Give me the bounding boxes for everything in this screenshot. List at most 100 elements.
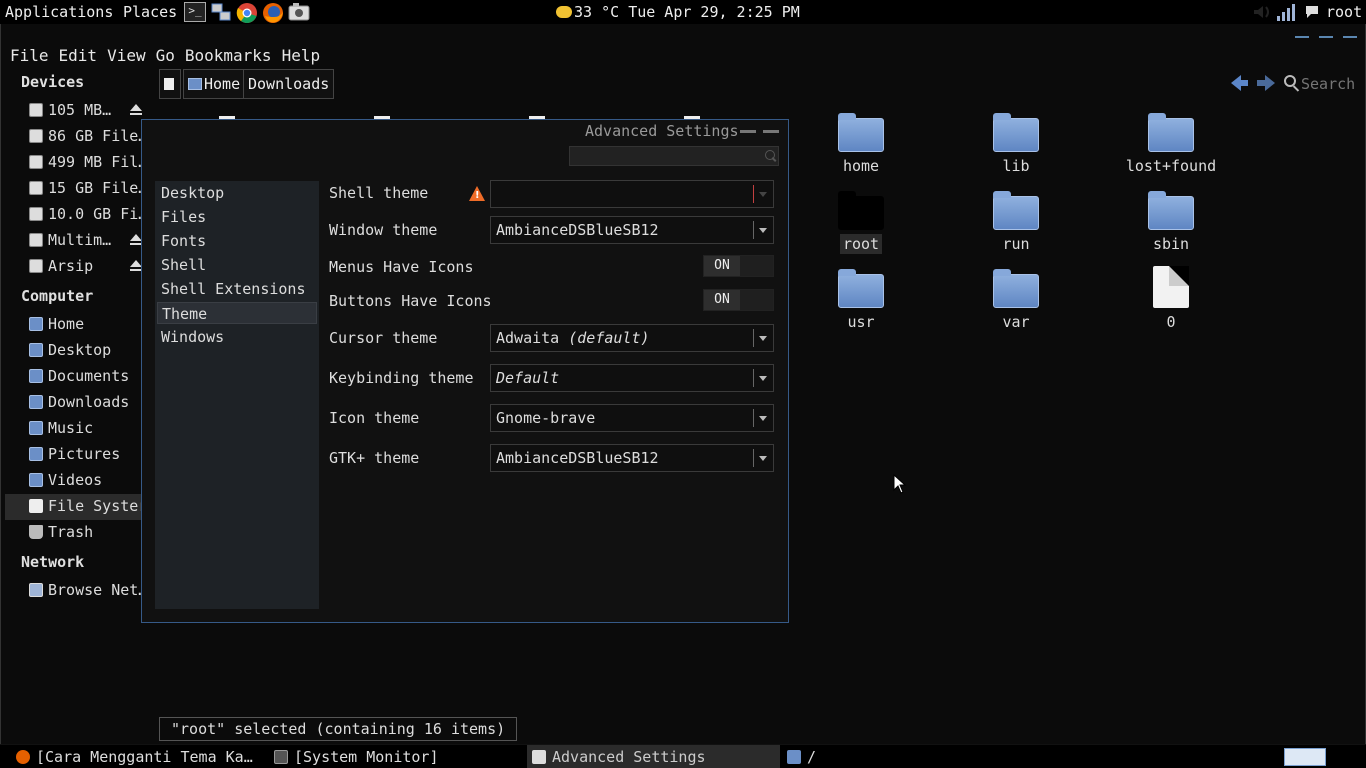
sidebar-device-4[interactable]: 15 GB File… (29, 179, 143, 203)
sidebar-item-browse-network[interactable]: Browse Net… (29, 581, 143, 605)
file-label: var (1002, 313, 1030, 331)
sidebar-device-3[interactable]: 499 MB Fil… (29, 153, 143, 177)
task-system-monitor[interactable]: [System Monitor] (274, 745, 514, 768)
volume-icon[interactable] (1250, 2, 1274, 22)
sidebar-item-music[interactable]: Music (29, 419, 143, 443)
file-item-usr[interactable]: usr (806, 269, 916, 332)
sidebar-item-label: 15 GB File… (48, 179, 143, 197)
maximize-button[interactable] (1317, 30, 1335, 42)
window-title: Advanced Settings (585, 122, 739, 140)
category-windows[interactable]: Windows (157, 326, 317, 348)
category-list: Desktop Files Fonts Shell Shell Extensio… (155, 181, 319, 609)
file-item-0[interactable]: 0 (1116, 266, 1226, 332)
category-fonts[interactable]: Fonts (157, 230, 317, 252)
path-home-button[interactable]: Home (183, 69, 246, 99)
gtk-theme-label: GTK+ theme (329, 449, 420, 467)
sidebar-item-filesystem[interactable]: File Syster (29, 497, 143, 521)
network-manager-icon[interactable] (210, 2, 232, 22)
file-item-run[interactable]: run (961, 191, 1071, 254)
maximize-button[interactable] (763, 130, 779, 133)
search-input[interactable] (1301, 73, 1363, 95)
drive-icon (29, 103, 43, 117)
menu-bookmarks[interactable]: Bookmarks (185, 46, 272, 65)
path-downloads-button[interactable]: Downloads (243, 69, 335, 99)
keybinding-theme-combo[interactable]: Default (490, 364, 774, 392)
search-icon[interactable] (1284, 75, 1296, 87)
folder-icon (993, 113, 1039, 152)
clock[interactable]: 33 °C Tue Apr 29, 2:25 PM (556, 3, 800, 21)
category-shell[interactable]: Shell (157, 254, 317, 276)
drive-icon (29, 181, 43, 195)
file-item-var[interactable]: var (961, 269, 1071, 332)
sidebar-item-label: Documents (48, 367, 130, 385)
back-button[interactable] (1231, 73, 1251, 93)
task-browser[interactable]: [Cara Mengganti Tema Ka… (16, 745, 266, 768)
file-item-root[interactable]: root (806, 191, 916, 254)
sidebar-item-trash[interactable]: Trash (29, 523, 143, 547)
cursor-theme-label: Cursor theme (329, 329, 438, 347)
menu-help[interactable]: Help (282, 46, 321, 65)
minimize-button[interactable] (740, 130, 756, 133)
task-advanced-settings[interactable]: Advanced Settings (527, 745, 780, 768)
sidebar-device-2[interactable]: 86 GB File… (29, 127, 143, 151)
forward-button[interactable] (1257, 73, 1277, 93)
sidebar-device-1[interactable]: 105 MB… (29, 101, 143, 125)
sidebar-item-downloads[interactable]: Downloads (29, 393, 143, 417)
category-theme[interactable]: Theme (157, 302, 317, 324)
minimize-button[interactable] (1293, 30, 1311, 42)
firefox-icon[interactable] (262, 2, 284, 23)
sidebar-item-pictures[interactable]: Pictures (29, 445, 143, 469)
system-monitor-icon (274, 750, 288, 764)
menus-have-icons-toggle[interactable]: ON (703, 255, 774, 277)
file-item-lost-found[interactable]: lost+found (1116, 113, 1226, 176)
category-files[interactable]: Files (157, 206, 317, 228)
sidebar-device-7[interactable]: Arsip (29, 257, 143, 281)
drive-icon (29, 207, 43, 221)
eject-icon[interactable] (130, 104, 142, 116)
menu-view[interactable]: View (107, 46, 146, 65)
icon-theme-combo[interactable]: Gnome-brave (490, 404, 774, 432)
close-button[interactable] (1341, 30, 1359, 42)
pictures-icon (29, 447, 43, 461)
toggle-state: ON (704, 290, 740, 310)
sidebar-device-6[interactable]: Multim… (29, 231, 143, 255)
workspace-switcher[interactable] (1284, 748, 1326, 766)
buttons-have-icons-toggle[interactable]: ON (703, 289, 774, 311)
category-desktop[interactable]: Desktop (157, 182, 317, 204)
sidebar-item-desktop[interactable]: Desktop (29, 341, 143, 365)
file-item-home[interactable]: home (806, 113, 916, 176)
file-item-lib[interactable]: lib (961, 113, 1071, 176)
path-root-button[interactable] (159, 69, 181, 99)
folder-icon (1148, 191, 1194, 230)
sidebar-item-home[interactable]: Home (29, 315, 143, 339)
shell-theme-combo[interactable] (490, 180, 774, 208)
sidebar-item-label: 10.0 GB Fi… (48, 205, 143, 223)
signal-icon[interactable] (1276, 2, 1298, 22)
user-menu[interactable]: root (1326, 3, 1362, 21)
sidebar-item-documents[interactable]: Documents (29, 367, 143, 391)
task-label: Advanced Settings (552, 748, 706, 766)
sidebar-item-label: Pictures (48, 445, 121, 463)
chat-icon[interactable] (1304, 2, 1320, 22)
chrome-icon[interactable] (236, 2, 258, 23)
file-item-sbin[interactable]: sbin (1116, 191, 1226, 254)
menu-go[interactable]: Go (156, 46, 175, 65)
taskbar: [Cara Mengganti Tema Ka… [System Monitor… (0, 744, 1366, 768)
gtk-theme-combo[interactable]: AmbianceDSBlueSB12 (490, 444, 774, 472)
sidebar-item-label: Multim… (48, 231, 112, 249)
cursor-theme-combo[interactable]: Adwaita (default) (490, 324, 774, 352)
settings-search-input[interactable] (569, 146, 779, 166)
window-theme-combo[interactable]: AmbianceDSBlueSB12 (490, 216, 774, 244)
menu-file[interactable]: File (10, 46, 49, 65)
terminal-icon[interactable]: >_ (184, 2, 206, 22)
places-menu[interactable]: Places (123, 3, 177, 21)
applications-menu[interactable]: Applications (5, 3, 113, 21)
sidebar-item-videos[interactable]: Videos (29, 471, 143, 495)
sidebar-device-5[interactable]: 10.0 GB Fi… (29, 205, 143, 229)
menu-edit[interactable]: Edit (59, 46, 98, 65)
task-file-manager[interactable]: / (787, 745, 1037, 768)
screenshot-icon[interactable] (288, 2, 310, 22)
sidebar-network-header: Network (21, 553, 85, 571)
documents-icon (29, 369, 43, 383)
category-shell-extensions[interactable]: Shell Extensions (157, 278, 317, 300)
